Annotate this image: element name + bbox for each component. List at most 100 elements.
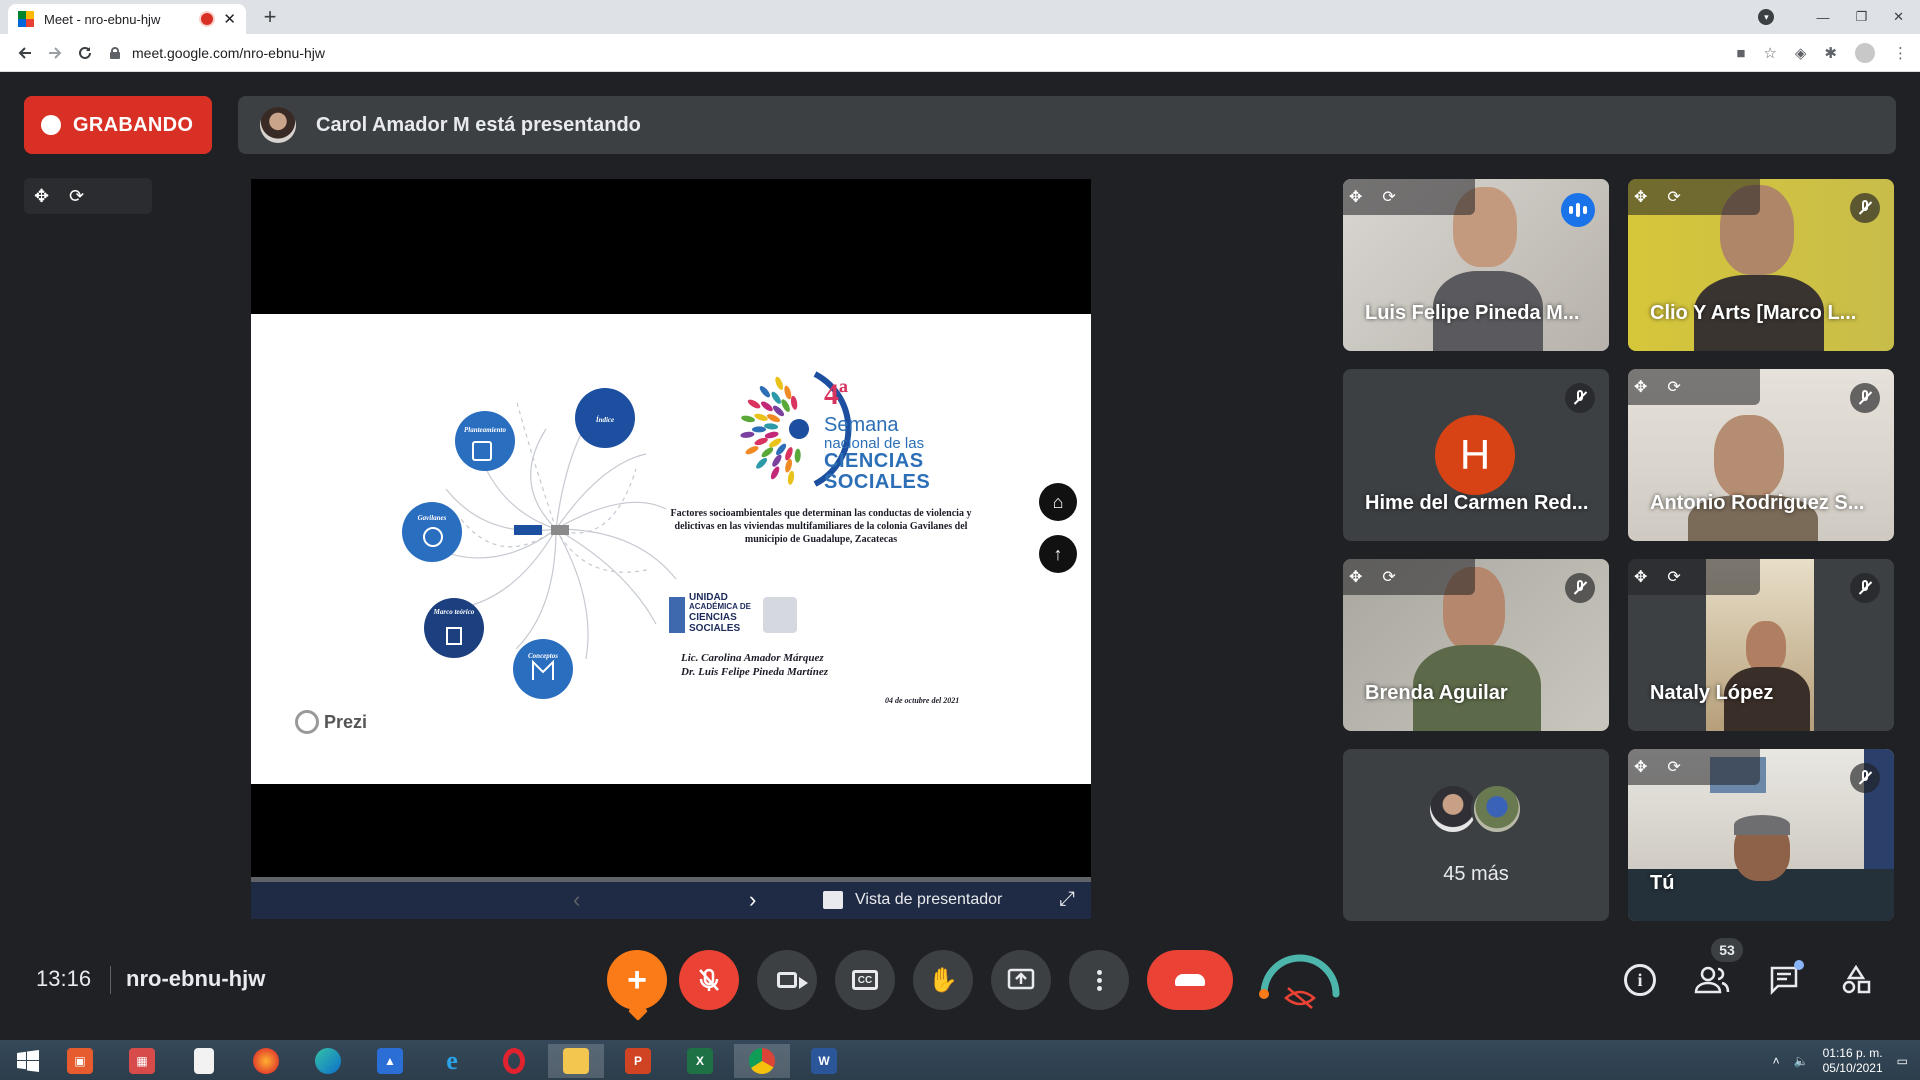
reload-button[interactable] — [70, 38, 100, 68]
participant-tile[interactable]: ✥ ⟳ Brenda Aguilar — [1343, 559, 1609, 731]
lock-icon[interactable] — [110, 47, 120, 59]
move-icon[interactable]: ✥ — [1349, 187, 1362, 207]
move-icon[interactable]: ✥ — [1634, 567, 1647, 587]
taskbar-ie[interactable]: e — [424, 1044, 480, 1078]
tab-search-icon[interactable]: ▾ — [1758, 9, 1775, 25]
back-button[interactable] — [10, 38, 40, 68]
participant-face — [1714, 415, 1784, 499]
self-tile[interactable]: ✥ ⟳ Tú — [1628, 749, 1894, 921]
people-icon — [1694, 966, 1730, 994]
captions-button[interactable]: CC — [835, 950, 895, 1010]
participant-tile[interactable]: ✥ ⟳ Luis Felipe Pineda M... — [1343, 179, 1609, 351]
tab-close-button[interactable]: ✕ — [223, 10, 236, 28]
visual-effects-gauge-button[interactable] — [1256, 946, 1344, 1012]
close-window-button[interactable]: ✕ — [1893, 9, 1904, 25]
refresh-icon[interactable]: ⟳ — [1667, 377, 1680, 397]
move-icon[interactable]: ✥ — [1349, 567, 1362, 587]
tray-clock[interactable]: 01:16 p. m. 05/10/2021 — [1823, 1046, 1883, 1076]
activities-button[interactable] — [1834, 958, 1878, 1002]
move-icon[interactable]: ✥ — [1634, 377, 1647, 397]
browser-tab[interactable]: Meet - nro-ebnu-hjw ✕ — [8, 4, 246, 34]
next-slide-button[interactable]: › — [749, 887, 756, 913]
refresh-icon[interactable]: ⟳ — [1667, 757, 1680, 777]
camera-toggle-button[interactable] — [757, 950, 817, 1010]
participant-tile[interactable]: ✥ ⟳ Clio Y Arts [Marco L... — [1628, 179, 1894, 351]
recording-badge[interactable]: GRABANDO — [24, 96, 212, 154]
more-participants-tile[interactable]: 45 más — [1343, 749, 1609, 921]
taskbar-photos[interactable]: ▣ — [52, 1044, 108, 1078]
taskbar-powerpoint[interactable]: P — [610, 1044, 666, 1078]
refresh-icon[interactable]: ⟳ — [1667, 187, 1680, 207]
fullscreen-expand-icon[interactable]: ⤢ — [1059, 888, 1075, 911]
slide-back-button[interactable]: ↑ — [1039, 535, 1077, 573]
add-activity-button[interactable]: + — [607, 950, 667, 1010]
presentation-stage: Índice Planteamiento Gavilanes Marco teó… — [251, 179, 1091, 919]
tile-tools: ✥ ⟳ — [1628, 369, 1760, 405]
tile-tools: ✥ ⟳ — [1628, 179, 1760, 215]
address-bar[interactable]: meet.google.com/nro-ebnu-hjw — [110, 38, 1710, 68]
extensions-puzzle-icon[interactable]: ✱ — [1824, 44, 1837, 62]
move-icon[interactable]: ✥ — [34, 186, 49, 207]
forward-button[interactable] — [40, 38, 70, 68]
browser-menu-icon[interactable]: ⋮ — [1893, 44, 1908, 62]
taskbar-word[interactable]: W — [796, 1044, 852, 1078]
notifications-icon[interactable]: ▭ — [1897, 1054, 1908, 1068]
participant-tile[interactable]: ✥ ⟳ Nataly López — [1628, 559, 1894, 731]
more-vert-icon — [1096, 969, 1102, 991]
new-tab-button[interactable]: + — [256, 4, 284, 30]
taskbar-excel[interactable]: X — [672, 1044, 728, 1078]
microphone-toggle-button[interactable] — [679, 950, 739, 1010]
slide-edition: 4ª — [824, 378, 848, 411]
taskbar-file-explorer[interactable] — [548, 1044, 604, 1078]
logo-petal — [775, 376, 784, 390]
profile-avatar[interactable] — [1855, 43, 1875, 63]
edge-icon — [315, 1048, 341, 1074]
slide-author-1: Lic. Carolina Amador Márquez — [681, 652, 824, 664]
taskbar-opera[interactable] — [486, 1044, 542, 1078]
taskbar-file[interactable] — [176, 1044, 232, 1078]
taskbar-app[interactable]: ▦ — [114, 1044, 170, 1078]
slide-event-line3: CIENCIAS — [824, 450, 924, 472]
taskbar-firefox[interactable] — [238, 1044, 294, 1078]
extension-cube-icon[interactable]: ◈ — [1795, 44, 1807, 62]
move-icon[interactable]: ✥ — [1634, 757, 1647, 777]
taskbar-edge[interactable] — [300, 1044, 356, 1078]
meeting-details-button[interactable]: i — [1618, 958, 1662, 1002]
home-icon: ⌂ — [1052, 491, 1064, 512]
meeting-code[interactable]: nro-ebnu-hjw — [126, 966, 265, 992]
raise-hand-button[interactable]: ✋ — [913, 950, 973, 1010]
slide-home-button[interactable]: ⌂ — [1039, 483, 1077, 521]
start-button[interactable] — [0, 1044, 56, 1078]
logo-petal — [752, 426, 766, 433]
recording-indicator-icon — [201, 13, 214, 25]
bookmark-star-icon[interactable]: ☆ — [1763, 44, 1776, 62]
logo-petal — [756, 457, 768, 469]
restore-button[interactable]: ❐ — [1855, 9, 1867, 25]
move-icon[interactable]: ✥ — [1634, 187, 1647, 207]
volume-icon[interactable]: 🔈 — [1794, 1054, 1809, 1068]
participant-tile[interactable]: ✥ ⟳ Antonio Rodriguez S... — [1628, 369, 1894, 541]
taskbar-app-blue[interactable]: ▲ — [362, 1044, 418, 1078]
refresh-icon[interactable]: ⟳ — [1382, 567, 1395, 587]
refresh-icon[interactable]: ⟳ — [1667, 567, 1680, 587]
forward-arrow-icon — [49, 46, 62, 59]
refresh-icon[interactable]: ⟳ — [69, 186, 84, 207]
slide-unit-line4: SOCIALES — [689, 622, 741, 634]
more-participants-avatars — [1427, 783, 1523, 835]
record-dot-icon — [41, 115, 61, 135]
reload-icon — [79, 46, 91, 59]
presenter-view-button[interactable]: Vista de presentador — [823, 891, 1002, 909]
camera-in-use-icon[interactable]: ■ — [1736, 45, 1745, 62]
mic-off-icon — [1850, 193, 1880, 223]
refresh-icon[interactable]: ⟳ — [1382, 187, 1395, 207]
present-screen-button[interactable] — [991, 950, 1051, 1010]
node-label-gavilanes: Gavilanes — [417, 514, 447, 522]
minimize-button[interactable]: — — [1816, 10, 1829, 25]
people-button[interactable] — [1690, 958, 1734, 1002]
participant-tile[interactable]: H Hime del Carmen Red... — [1343, 369, 1609, 541]
previous-slide-button[interactable]: ‹ — [573, 887, 580, 913]
leave-call-button[interactable] — [1147, 950, 1233, 1010]
more-options-button[interactable] — [1069, 950, 1129, 1010]
taskbar-chrome[interactable] — [734, 1044, 790, 1078]
tray-expand-icon[interactable]: ˄ — [1773, 1054, 1780, 1068]
